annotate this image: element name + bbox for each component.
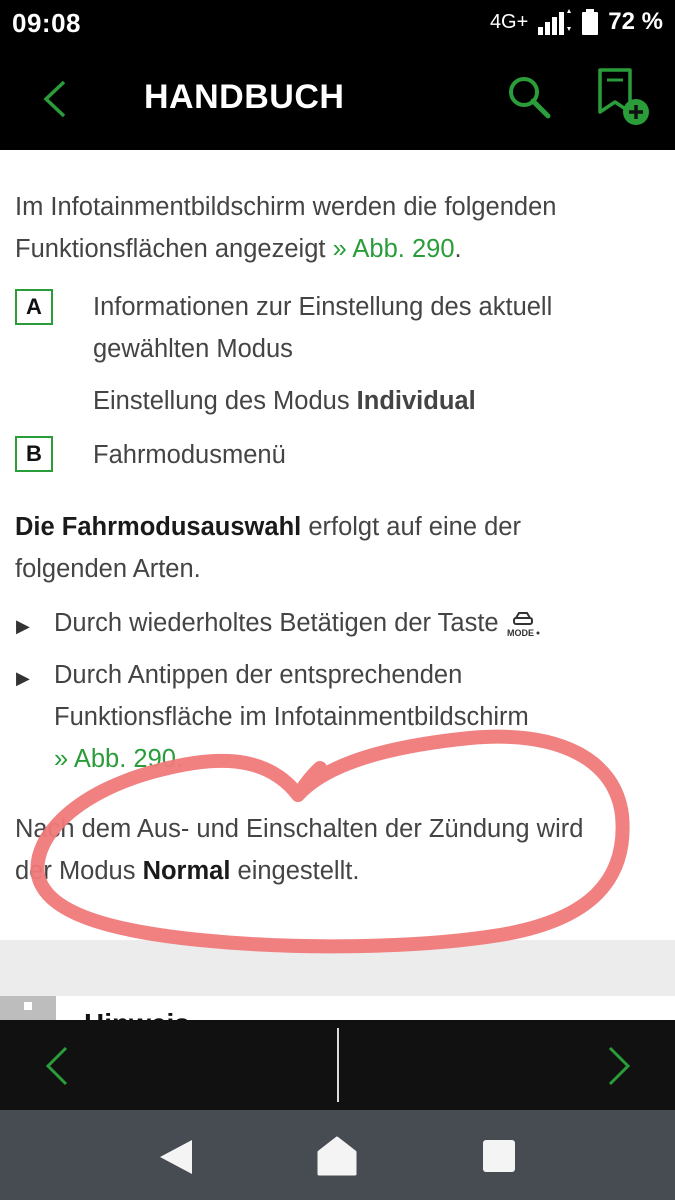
final-line1: Nach dem Aus- und Einschalten der Zündun… — [15, 815, 584, 843]
intro-end: . — [454, 235, 462, 263]
bullet-2-end: . — [175, 745, 184, 773]
page-navigation — [0, 1020, 675, 1110]
bullet-1-text: Durch wiederholtes Betätigen der Taste — [54, 609, 506, 637]
legend-a-line2: gewählten Modus — [93, 335, 293, 363]
bullet-item-2: Durch Antippen der entsprechenden Funkti… — [54, 654, 529, 780]
app-bar: HANDBUCH — [0, 48, 675, 150]
legend-item-a-extra: Einstellung des Modus Individual — [93, 380, 476, 422]
battery-icon — [582, 9, 599, 35]
info-icon — [0, 996, 56, 1020]
hint-title: Hinweis — [84, 1008, 190, 1020]
system-back-icon[interactable] — [158, 1138, 194, 1176]
page-title: HANDBUCH — [144, 78, 345, 116]
legend-key-b: B — [15, 436, 53, 472]
search-icon[interactable] — [506, 74, 552, 120]
figure-link[interactable]: » Abb. 290 — [54, 745, 176, 773]
back-icon[interactable] — [36, 74, 76, 124]
legend-key-a: A — [15, 289, 53, 325]
status-icons: 4G+ 72 % — [490, 8, 663, 36]
figure-link[interactable]: » Abb. 290 — [333, 235, 455, 263]
add-bookmark-icon[interactable] — [594, 66, 654, 130]
mode-label: MODE — [507, 628, 534, 638]
bullet-2-line1: Durch Antippen der entsprechenden — [54, 661, 463, 689]
final-paragraph: Nach dem Aus- und Einschalten der Zündun… — [15, 808, 583, 892]
bullet-arrow-icon: ▶ — [16, 668, 30, 688]
clock: 09:08 — [12, 8, 81, 38]
bullet-2-line2: Funktionsfläche im Infotainmentbildschir… — [54, 703, 529, 731]
final-suffix: eingestellt. — [230, 857, 360, 885]
status-bar: 09:08 4G+ 72 % — [0, 0, 675, 48]
legend-a-line1: Informationen zur Einstellung des aktuel… — [93, 293, 553, 321]
intro-line2: Funktionsflächen angezeigt — [15, 235, 326, 263]
system-recents-icon[interactable] — [483, 1140, 515, 1172]
selection-bold: Die Fahrmodusauswahl — [15, 513, 302, 541]
bullet-arrow-icon: ▶ — [16, 616, 30, 636]
selection-rest: erfolgt auf eine der — [301, 513, 521, 541]
mode-individual: Individual — [356, 387, 476, 415]
legend-item-a: Informationen zur Einstellung des aktuel… — [93, 286, 552, 370]
battery-level: 72 % — [608, 8, 663, 35]
next-page-icon[interactable] — [604, 1044, 634, 1088]
mode-normal: Normal — [142, 857, 231, 885]
legend-a-line3: Einstellung des Modus — [93, 387, 357, 415]
section-divider — [0, 940, 675, 996]
hint-box: Hinweis — [0, 996, 675, 1020]
system-home-icon[interactable] — [316, 1136, 358, 1176]
signal-icon — [538, 9, 572, 35]
final-prefix: der Modus — [15, 857, 143, 885]
legend-item-b: Fahrmodusmenü — [93, 441, 286, 469]
mode-button-icon: MODE — [507, 612, 540, 638]
bullet-item-1: Durch wiederholtes Betätigen der Taste M… — [54, 602, 540, 644]
nav-separator — [337, 1028, 339, 1102]
network-indicator: 4G+ — [489, 10, 529, 33]
selection-line2: folgenden Arten. — [15, 555, 201, 583]
manual-content: Im Infotainmentbildschirm werden die fol… — [0, 150, 675, 940]
intro-line1: Im Infotainmentbildschirm werden die fol… — [15, 193, 557, 221]
previous-page-icon[interactable] — [42, 1044, 72, 1088]
system-navigation-bar — [0, 1110, 675, 1200]
intro-paragraph: Im Infotainmentbildschirm werden die fol… — [15, 186, 556, 270]
selection-paragraph: Die Fahrmodusauswahl erfolgt auf eine de… — [15, 506, 521, 590]
